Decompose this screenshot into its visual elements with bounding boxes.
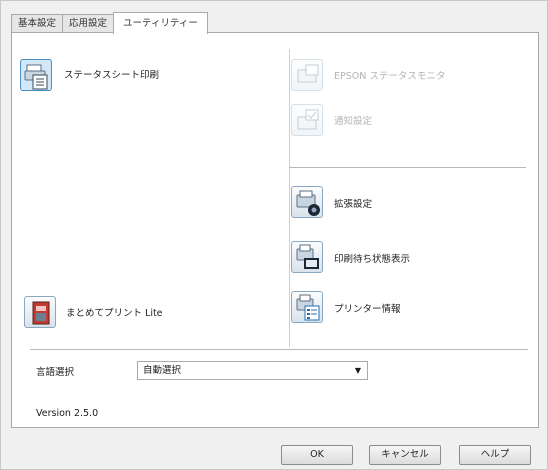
status-monitor-icon[interactable] xyxy=(291,59,323,91)
ok-button[interactable]: OK xyxy=(281,445,353,465)
print-queue-icon[interactable] xyxy=(291,241,323,273)
help-button[interactable]: ヘルプ xyxy=(459,445,531,465)
vertical-separator xyxy=(289,49,290,347)
cancel-button[interactable]: キャンセル xyxy=(369,445,441,465)
utility-panel: ステータスシート印刷 まとめてプリント Lite EPSON ステータスモニタ xyxy=(11,32,539,428)
status-sheet-label[interactable]: ステータスシート印刷 xyxy=(64,67,159,81)
print-queue-label[interactable]: 印刷待ち状態表示 xyxy=(334,251,410,265)
tab-basic[interactable]: 基本設定 xyxy=(11,14,64,33)
matomete-print-label[interactable]: まとめてプリント Lite xyxy=(66,305,163,319)
status-monitor-label[interactable]: EPSON ステータスモニタ xyxy=(334,68,445,82)
language-label: 言語選択 xyxy=(36,367,75,378)
tab-utility[interactable]: ユーティリティー xyxy=(113,12,208,34)
dropdown-arrow-icon[interactable]: ▼ xyxy=(355,362,361,379)
version-text: Version 2.5.0 xyxy=(36,408,99,419)
language-select[interactable]: 自動選択 ▼ xyxy=(137,361,368,380)
language-select-value: 自動選択 xyxy=(143,365,182,376)
tab-bar: 基本設定 応用設定 ユーティリティー xyxy=(11,11,208,34)
printer-info-icon[interactable] xyxy=(291,291,323,323)
extended-settings-label[interactable]: 拡張設定 xyxy=(334,196,372,210)
notify-settings-label[interactable]: 通知設定 xyxy=(334,113,372,127)
bottom-separator xyxy=(30,349,528,350)
tab-advanced[interactable]: 応用設定 xyxy=(62,14,115,33)
right-separator xyxy=(289,167,526,168)
notify-settings-icon[interactable] xyxy=(291,104,323,136)
matomete-print-icon[interactable] xyxy=(24,296,56,328)
extended-settings-icon[interactable] xyxy=(291,186,323,218)
printer-info-label[interactable]: プリンター情報 xyxy=(334,301,401,315)
printer-properties-dialog: 基本設定 応用設定 ユーティリティー ステータスシート印刷 まとめてプリント L… xyxy=(0,0,548,470)
status-sheet-icon[interactable] xyxy=(20,59,52,91)
